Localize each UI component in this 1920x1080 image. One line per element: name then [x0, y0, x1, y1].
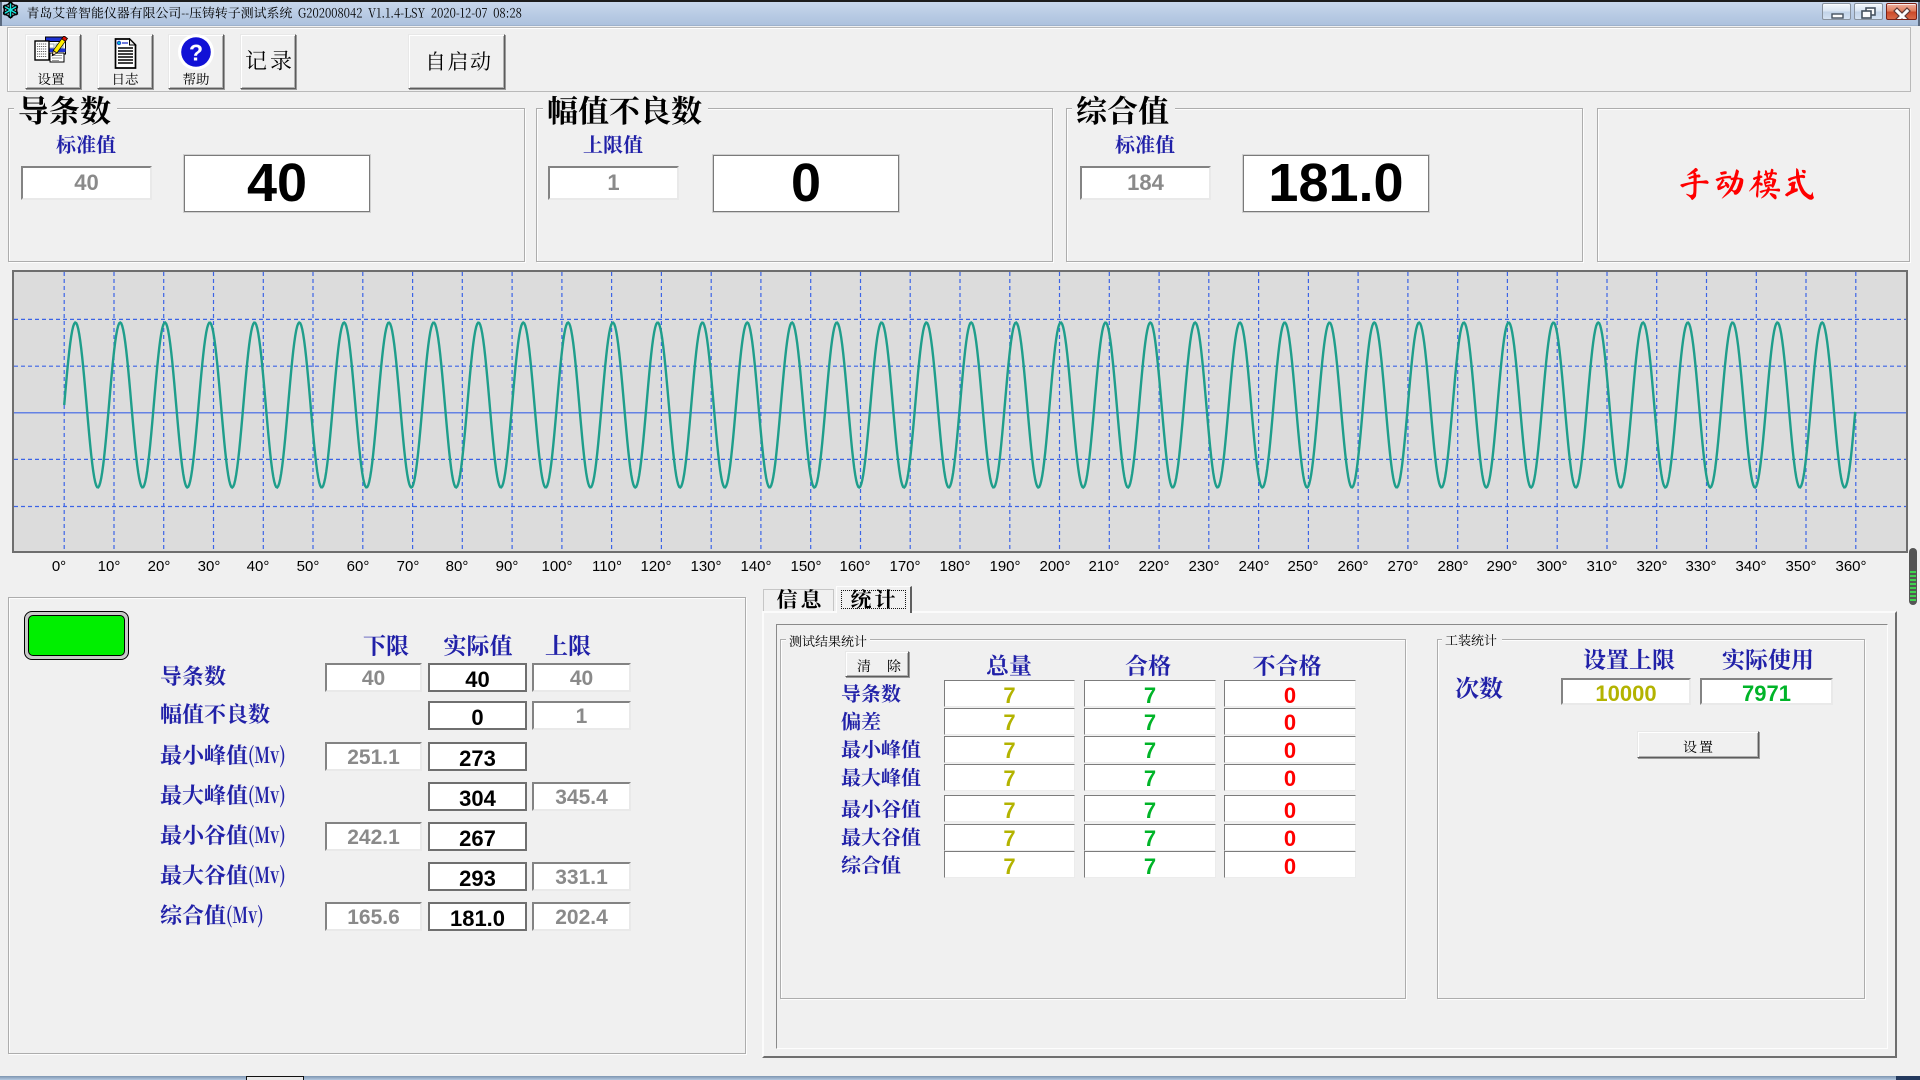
svg-text:?: ? [189, 40, 203, 66]
